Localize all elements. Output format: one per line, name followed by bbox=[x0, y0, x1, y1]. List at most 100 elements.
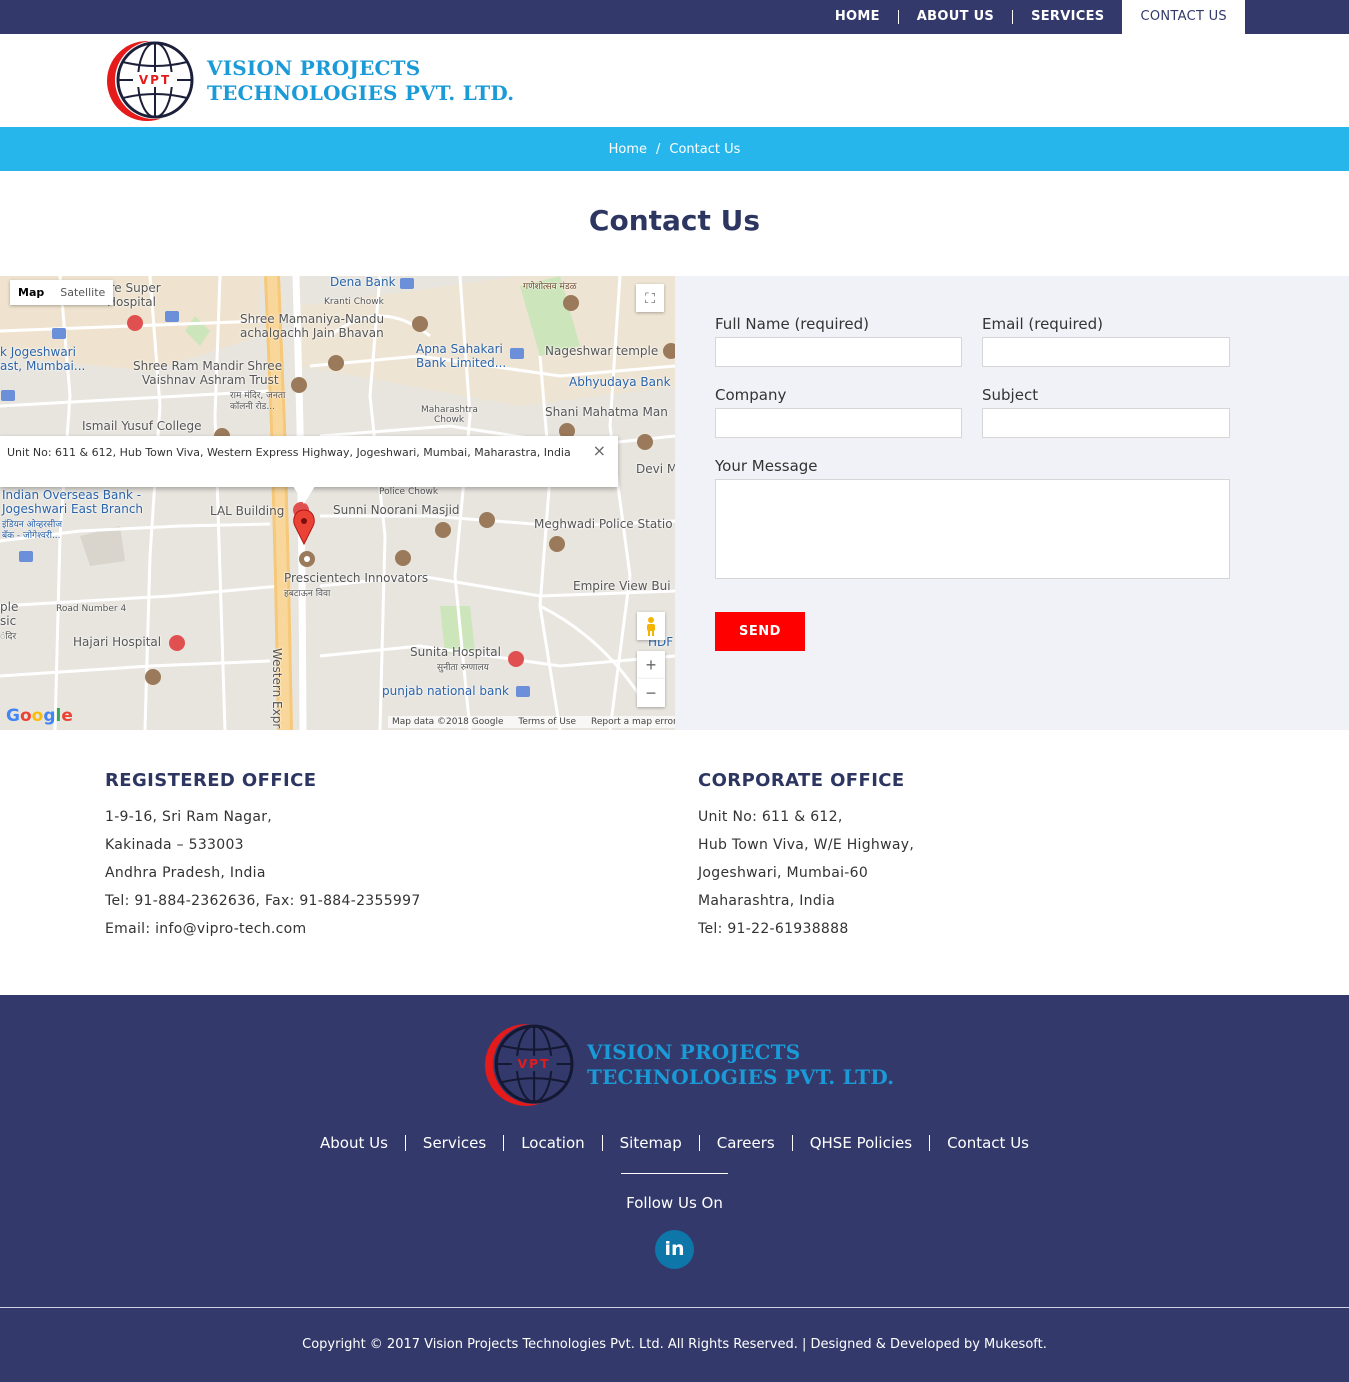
map-label: Prescientech Innovators bbox=[284, 571, 429, 585]
page-title: Contact Us bbox=[588, 204, 761, 237]
footer-rule bbox=[621, 1173, 728, 1174]
brand-line-2: TECHNOLOGIES PVT. LTD. bbox=[587, 1065, 895, 1089]
map-label: Indian Overseas Bank - bbox=[2, 488, 142, 502]
svg-text:VPT: VPT bbox=[139, 73, 171, 87]
breadcrumb-separator: / bbox=[656, 141, 661, 157]
map-label: ple bbox=[0, 600, 19, 614]
map-attribution: Map data ©2018 Google Terms of Use Repor… bbox=[388, 716, 675, 728]
corporate-office-title: CORPORATE OFFICE bbox=[698, 770, 905, 791]
map-label: punjab national bank bbox=[382, 684, 509, 698]
footer-link-careers[interactable]: Careers bbox=[698, 1135, 792, 1151]
top-nav: HOME ABOUT US SERVICES CONTACT US bbox=[817, 0, 1245, 34]
map-label: Vaishnav Ashram Trust bbox=[142, 373, 279, 387]
site-header: VPT VISION PROJECTS TECHNOLOGIES PVT. LT… bbox=[0, 34, 1349, 127]
map-label: Police Chowk bbox=[379, 487, 439, 497]
brand-line-2: TECHNOLOGIES PVT. LTD. bbox=[207, 81, 515, 105]
contact-form: Full Name (required) Email (required) Co… bbox=[675, 276, 1349, 730]
email-line[interactable]: Email: info@vipro-tech.com bbox=[105, 915, 421, 943]
map-label: Sunita Hospital bbox=[410, 645, 501, 659]
map-label: Nageshwar temple bbox=[545, 344, 659, 358]
map-label: गणेशोत्सव मंडळ bbox=[523, 282, 577, 292]
address-line: Andhra Pradesh, India bbox=[105, 865, 266, 881]
nav-services[interactable]: SERVICES bbox=[1012, 10, 1122, 24]
phone-line: Tel: 91-22-61938888 bbox=[698, 921, 849, 937]
address-line: Jogeshwari, Mumbai-60 bbox=[698, 865, 869, 881]
address-line: Unit No: 611 & 612, bbox=[698, 809, 843, 825]
copyright-text: Copyright © 2017 Vision Projects Technol… bbox=[302, 1337, 1047, 1352]
map-type-map[interactable]: Map bbox=[10, 280, 52, 305]
terms-of-use-link[interactable]: Terms of Use bbox=[518, 717, 576, 727]
follow-us-heading: Follow Us On bbox=[626, 1194, 723, 1212]
map-info-window: Unit No: 611 & 612, Hub Town Viva, Weste… bbox=[0, 436, 618, 487]
footer-link-about-us[interactable]: About Us bbox=[303, 1135, 405, 1151]
map-label: ंदिर bbox=[0, 632, 17, 642]
site-footer: VPT VISION PROJECTS TECHNOLOGIES PVT. LT… bbox=[0, 995, 1349, 1382]
map-label: LAL Building bbox=[210, 504, 285, 518]
footer-link-services[interactable]: Services bbox=[404, 1135, 503, 1151]
message-label: Your Message bbox=[715, 457, 818, 475]
map-label: ast, Mumbai... bbox=[0, 359, 86, 373]
email-input[interactable] bbox=[982, 337, 1230, 367]
map-label: Sunni Noorani Masjid bbox=[333, 503, 460, 517]
google-map[interactable]: Dena Bank गणेशोत्सव मंडळ ure Super Hospi… bbox=[0, 276, 675, 730]
brand-line-1: VISION PROJECTS bbox=[207, 56, 421, 80]
pegman-icon[interactable] bbox=[637, 612, 665, 640]
subject-input[interactable] bbox=[982, 408, 1230, 438]
svg-text:VPT: VPT bbox=[518, 1057, 551, 1071]
close-icon[interactable]: × bbox=[593, 443, 606, 459]
company-label: Company bbox=[715, 386, 787, 404]
address-line: 1-9-16, Sri Ram Nagar, bbox=[105, 809, 273, 825]
map-label: Ismail Yusuf College bbox=[82, 419, 202, 433]
nav-about-us[interactable]: ABOUT US bbox=[897, 10, 1012, 24]
map-label: Western Expr bbox=[270, 648, 284, 729]
address-line: Maharashtra, India bbox=[698, 893, 836, 909]
footer-link-sitemap[interactable]: Sitemap bbox=[601, 1135, 699, 1151]
company-input[interactable] bbox=[715, 408, 962, 438]
map-type-control: Map Satellite bbox=[10, 280, 114, 305]
globe-emblem-icon: VPT bbox=[485, 1024, 574, 1106]
map-label: achalgachh Jain Bhavan bbox=[240, 326, 384, 340]
map-label: Bank Limited... bbox=[416, 356, 507, 370]
full-name-input[interactable] bbox=[715, 337, 962, 367]
footer-divider bbox=[0, 1307, 1349, 1308]
footer-nav: About Us Services Location Sitemap Caree… bbox=[0, 1135, 1349, 1151]
full-name-label: Full Name (required) bbox=[715, 315, 869, 333]
footer-logo[interactable]: VPT VISION PROJECTS TECHNOLOGIES PVT. LT… bbox=[483, 1023, 894, 1107]
brand-name: VISION PROJECTS TECHNOLOGIES PVT. LTD. bbox=[207, 56, 514, 106]
site-logo[interactable]: VPT VISION PROJECTS TECHNOLOGIES PVT. LT… bbox=[105, 40, 514, 122]
map-label: Shree Ram Mandir Shree bbox=[133, 359, 283, 373]
breadcrumb: Home / Contact Us bbox=[0, 127, 1349, 171]
map-label: Jogeshwari East Branch bbox=[2, 502, 144, 516]
breadcrumb-current: Contact Us bbox=[669, 141, 741, 157]
message-textarea[interactable] bbox=[715, 479, 1230, 579]
report-map-error-link[interactable]: Report a map error bbox=[591, 717, 675, 727]
map-label: Empire View Bui bbox=[573, 579, 671, 593]
zoom-in-button[interactable]: + bbox=[637, 651, 665, 679]
map-label: Dena Bank bbox=[330, 276, 396, 289]
footer-link-location[interactable]: Location bbox=[503, 1135, 601, 1151]
footer-link-contact-us[interactable]: Contact Us bbox=[929, 1135, 1046, 1151]
top-nav-bar: HOME ABOUT US SERVICES CONTACT US bbox=[0, 0, 1349, 34]
map-label: Hajari Hospital bbox=[73, 635, 162, 649]
nav-contact-us[interactable]: CONTACT US bbox=[1122, 0, 1245, 34]
breadcrumb-home[interactable]: Home bbox=[609, 142, 647, 157]
map-label: Apna Sahakari bbox=[416, 342, 503, 356]
zoom-out-button[interactable]: − bbox=[637, 679, 665, 707]
google-logo[interactable]: Google bbox=[6, 706, 73, 726]
nav-home[interactable]: HOME bbox=[817, 10, 898, 24]
map-label: हबटाऊन विवा bbox=[284, 589, 331, 599]
send-button[interactable]: SEND bbox=[715, 612, 805, 651]
map-label: k Jogeshwari bbox=[0, 345, 76, 359]
corporate-office: CORPORATE OFFICE Unit No: 611 & 612, Hub… bbox=[698, 770, 914, 943]
fullscreen-icon[interactable]: ⛶ bbox=[636, 284, 664, 312]
map-label: Maharashtra bbox=[421, 405, 478, 415]
map-label: Abhyudaya Bank bbox=[569, 375, 671, 389]
brand-line-1: VISION PROJECTS bbox=[587, 1040, 801, 1064]
registered-office-title: REGISTERED OFFICE bbox=[105, 770, 317, 791]
address-line: Kakinada – 533003 bbox=[105, 837, 244, 853]
map-label: Devi M bbox=[636, 462, 675, 476]
linkedin-icon[interactable]: in bbox=[655, 1230, 694, 1269]
phone-fax-line: Tel: 91-884-2362636, Fax: 91-884-2355997 bbox=[105, 893, 421, 909]
map-type-satellite[interactable]: Satellite bbox=[52, 280, 113, 305]
footer-link-qhse-policies[interactable]: QHSE Policies bbox=[791, 1135, 929, 1151]
